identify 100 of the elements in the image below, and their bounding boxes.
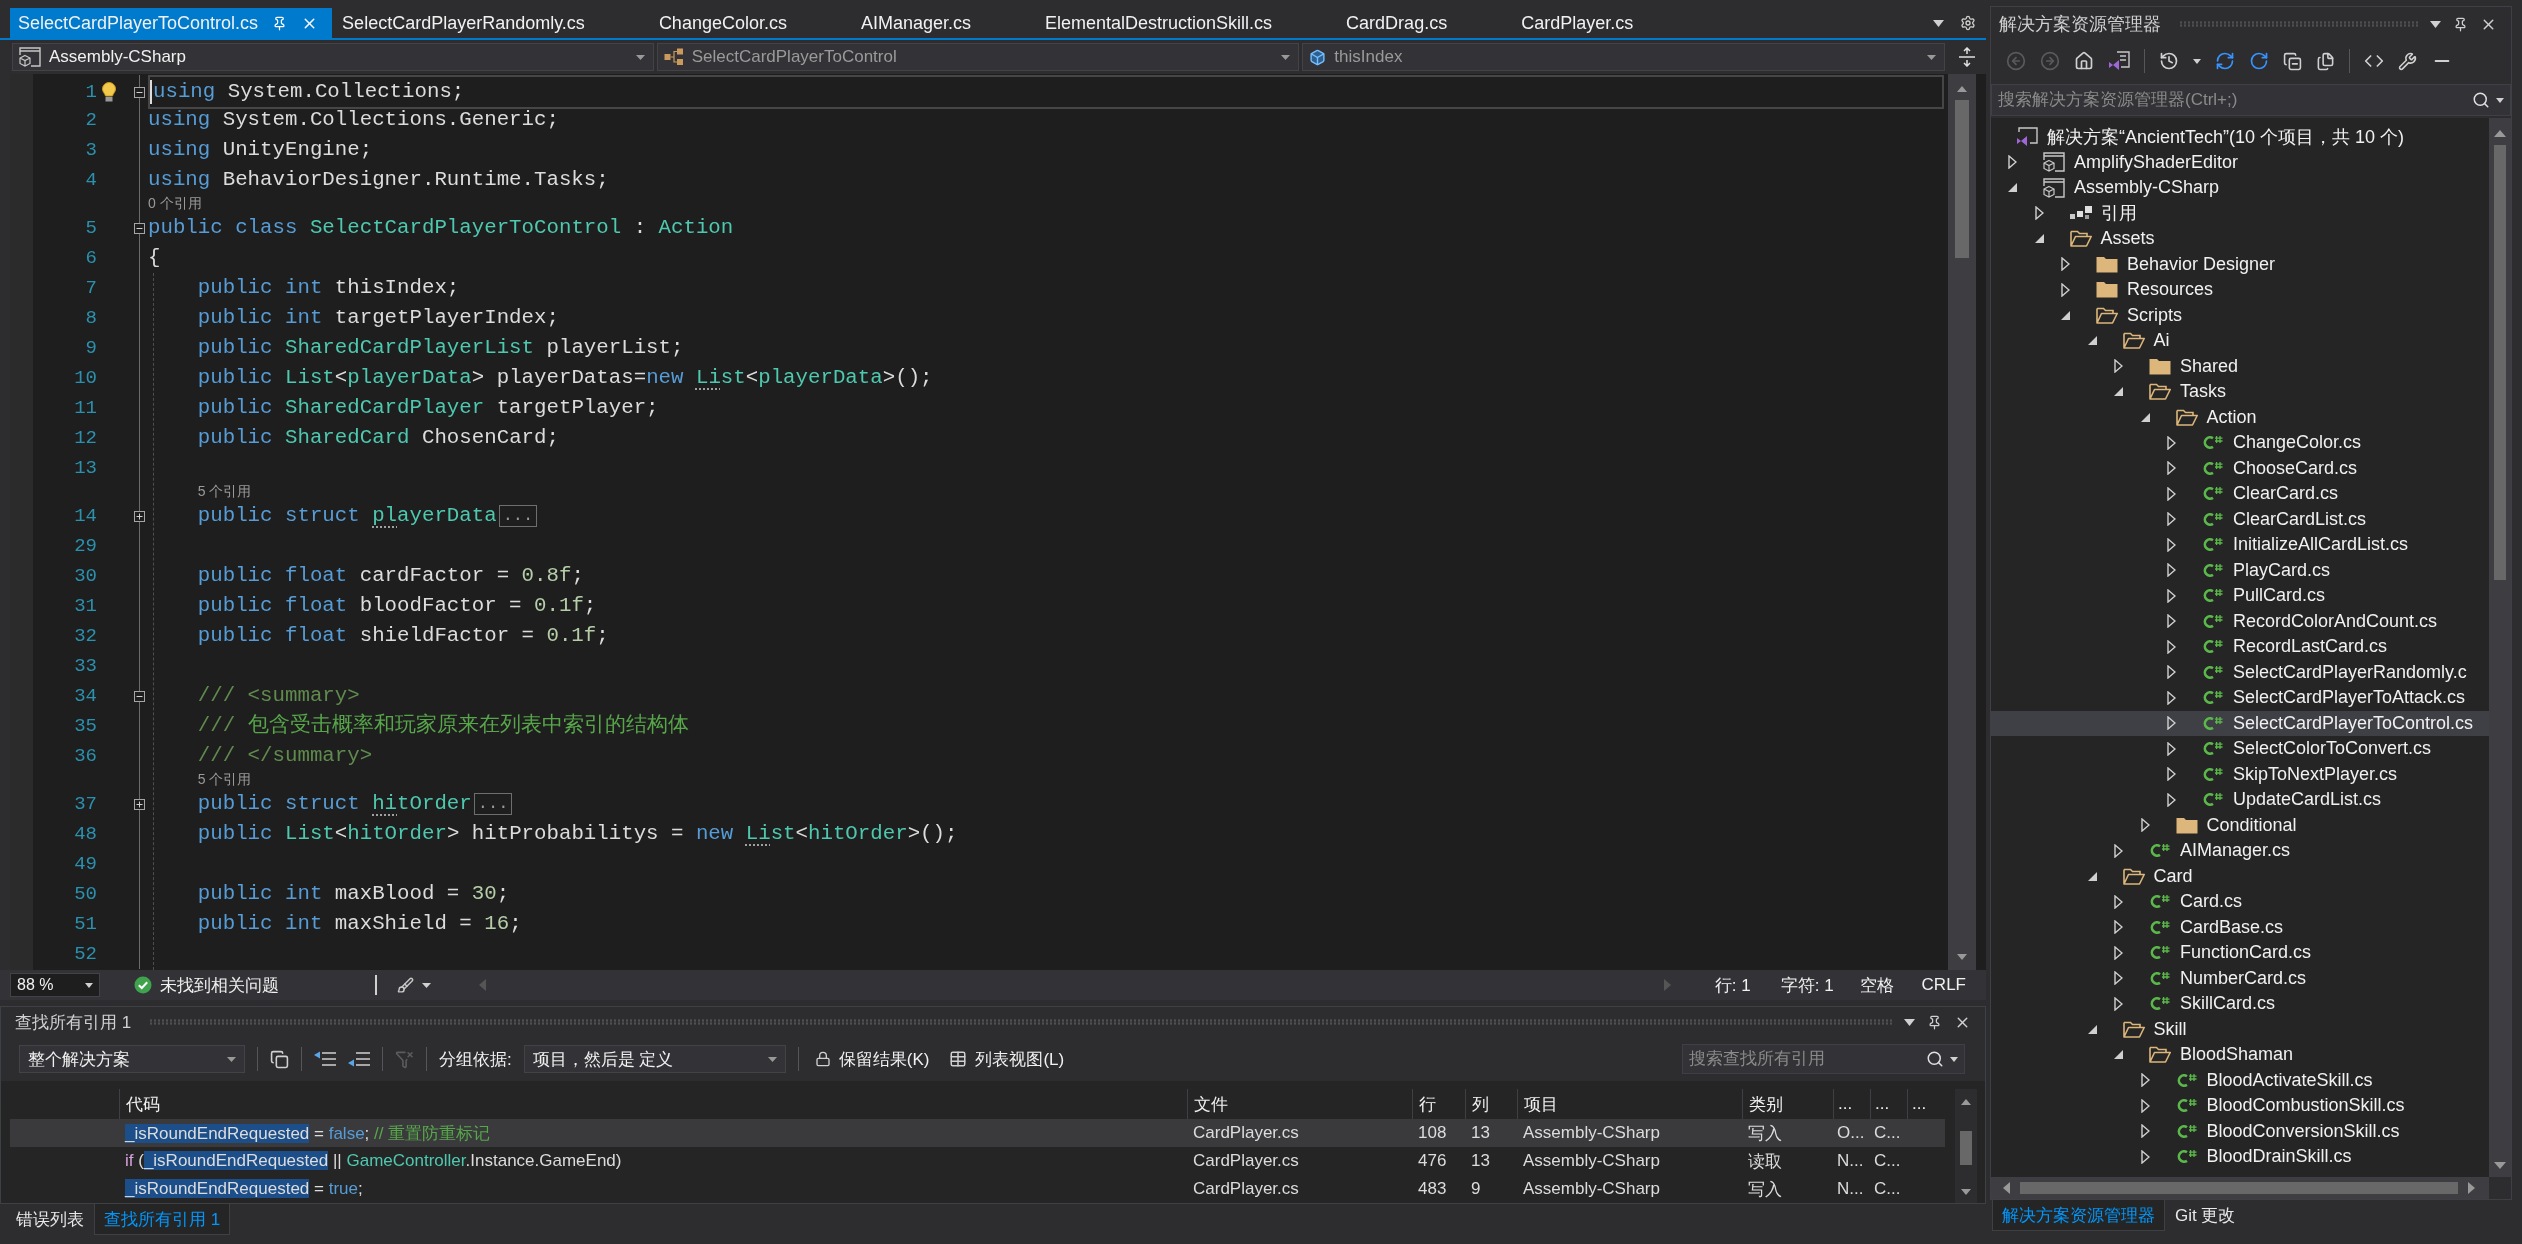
copy-icon[interactable]	[270, 1049, 289, 1069]
pin-icon[interactable]	[1927, 1014, 1942, 1030]
pin-icon[interactable]	[272, 15, 288, 31]
line-ending-status[interactable]: CRLF	[1921, 975, 1966, 995]
collapsed-arrow-icon[interactable]	[2167, 563, 2176, 578]
clock-icon[interactable]	[2159, 51, 2179, 71]
caret-icon[interactable]	[635, 54, 645, 60]
panel-tab[interactable]: 解决方案资源管理器	[1992, 1200, 2165, 1231]
tree-item[interactable]: SelectCardPlayerToControl.cs	[1991, 710, 2489, 736]
scope-dropdown[interactable]: 整个解决方案	[19, 1045, 245, 1073]
reference-count-link[interactable]: 5 个引用	[197, 483, 252, 501]
panel-tab[interactable]: 错误列表	[6, 1204, 94, 1235]
indent-status[interactable]: 空格	[1859, 973, 1894, 997]
collapsed-arrow-icon[interactable]	[2140, 818, 2150, 833]
collapsed-arrow-icon[interactable]	[2114, 971, 2123, 986]
minus-box-icon[interactable]	[134, 222, 145, 234]
settings-icon[interactable]	[1960, 15, 1976, 31]
collapsed-arrow-icon[interactable]	[2167, 588, 2176, 603]
editor-tab[interactable]: CardPlayer.cs	[1511, 8, 1698, 38]
caret-icon[interactable]	[767, 1056, 777, 1062]
collapsed-arrow-icon[interactable]	[2114, 894, 2123, 909]
scrollbar-track[interactable]	[1948, 74, 1976, 970]
expanded-arrow-icon[interactable]	[2087, 336, 2097, 346]
collapsed-arrow-icon[interactable]	[2114, 843, 2123, 858]
collapsed-arrow-icon[interactable]	[2167, 665, 2176, 680]
caret-icon[interactable]	[1950, 1056, 1958, 1062]
collapsed-arrow-icon[interactable]	[2034, 206, 2044, 221]
caret-icon[interactable]	[1904, 1018, 1915, 1026]
member-dropdown[interactable]: thisIndex	[1302, 43, 1945, 71]
collapsed-arrow-icon[interactable]	[2167, 767, 2176, 782]
panel-tab[interactable]: 查找所有引用 1	[94, 1204, 231, 1235]
scroll-down-arrow-icon[interactable]	[2494, 1162, 2506, 1169]
scroll-up-arrow-icon[interactable]	[1961, 1099, 1971, 1105]
search-icon[interactable]	[1926, 1050, 1944, 1068]
collapsed-arrow-icon[interactable]	[2114, 945, 2123, 960]
zoom-dropdown[interactable]: 88 %	[10, 973, 100, 997]
collapsed-arrow-icon[interactable]	[2167, 639, 2176, 654]
editor-tab[interactable]: ElementalDestructionSkill.cs	[1035, 8, 1337, 38]
issues-status[interactable]: 未找到相关问题	[160, 973, 279, 997]
collapsed-arrow-icon[interactable]	[2167, 741, 2176, 756]
caret-icon[interactable]	[1933, 19, 1944, 27]
collapsed-arrow-icon[interactable]	[2061, 257, 2070, 272]
arrow-lines-up-icon[interactable]	[314, 1051, 336, 1067]
expanded-arrow-icon[interactable]	[2008, 183, 2017, 193]
scrollbar-thumb[interactable]	[2494, 145, 2506, 580]
caret-icon[interactable]	[422, 982, 431, 988]
collapsed-arrow-icon[interactable]	[2167, 690, 2176, 705]
line-status[interactable]: 行: 1	[1714, 973, 1751, 997]
scrollbar-thumb[interactable]	[1960, 1131, 1972, 1165]
expanded-arrow-icon[interactable]	[2034, 234, 2044, 244]
collapsed-arrow-icon[interactable]	[2167, 461, 2176, 476]
plus-box-icon[interactable]	[134, 510, 145, 522]
editor-tab[interactable]: AIManager.cs	[850, 8, 1035, 38]
caret-icon[interactable]	[227, 1056, 236, 1062]
collapsed-arrow-icon[interactable]	[2140, 1149, 2150, 1164]
expanded-arrow-icon[interactable]	[2061, 310, 2070, 320]
keep-results-button[interactable]: 保留结果(K)	[810, 1045, 934, 1073]
panel-tab[interactable]: Git 更改	[2165, 1200, 2246, 1231]
minus-box-icon[interactable]	[134, 690, 145, 702]
expanded-arrow-icon[interactable]	[2114, 1050, 2123, 1060]
collapsed-arrow-icon[interactable]	[2167, 716, 2176, 731]
collapsed-code-button[interactable]: ...	[473, 793, 513, 815]
search-box[interactable]: 搜索解决方案资源管理器(Ctrl+;)	[1991, 84, 2511, 116]
search-icon[interactable]	[2472, 91, 2490, 109]
scroll-right-arrow-icon[interactable]	[2468, 1182, 2475, 1194]
collapsed-arrow-icon[interactable]	[2114, 359, 2123, 374]
collapsed-arrow-icon[interactable]	[2167, 435, 2176, 450]
caret-icon[interactable]	[2496, 97, 2504, 103]
caret-icon[interactable]	[2430, 20, 2441, 28]
minus-box-icon[interactable]	[134, 86, 145, 98]
stacked-windows-icon[interactable]	[2283, 51, 2302, 71]
collapsed-arrow-icon[interactable]	[2140, 1124, 2150, 1139]
result-row[interactable]: _isRoundEndRequested = false; // 重置防重标记 CardPlayer.cs 108 13 Assembly-CSharp 写入 O... C...	[10, 1119, 1945, 1147]
lightbulb-icon[interactable]	[102, 82, 116, 102]
collapsed-arrow-icon[interactable]	[2167, 614, 2176, 629]
drag-grip[interactable]	[149, 1019, 1892, 1025]
collapsed-code-button[interactable]: ...	[498, 505, 538, 527]
home-icon[interactable]	[2074, 51, 2094, 71]
group-by-dropdown[interactable]: 项目，然后是 定义	[523, 1045, 786, 1073]
expanded-arrow-icon[interactable]	[2087, 871, 2097, 881]
editor-tab[interactable]: ChangeColor.cs	[648, 8, 851, 38]
collapsed-arrow-icon[interactable]	[2061, 282, 2070, 297]
scrollbar-track[interactable]	[1955, 1089, 1977, 1203]
editor-tab[interactable]: SelectCardPlayerRandomly.cs	[332, 8, 649, 38]
circular-arrows-icon[interactable]	[2215, 51, 2235, 71]
caret-icon[interactable]	[1927, 54, 1936, 60]
collapsed-arrow-icon[interactable]	[2140, 1073, 2150, 1088]
type-dropdown[interactable]: SelectCardPlayerToControl	[656, 43, 1300, 71]
reference-count-link[interactable]: 5 个引用	[197, 771, 252, 789]
scrollbar-thumb[interactable]	[2020, 1182, 2458, 1194]
editor-tab[interactable]: CardDrag.cs	[1336, 8, 1512, 38]
expanded-arrow-icon[interactable]	[2087, 1024, 2097, 1034]
collapsed-arrow-icon[interactable]	[2167, 792, 2176, 807]
scroll-left-arrow-icon[interactable]	[2003, 1182, 2010, 1194]
caret-icon[interactable]	[1281, 54, 1291, 60]
column-status[interactable]: 字符: 1	[1780, 973, 1834, 997]
copy-icon[interactable]	[2316, 51, 2335, 71]
reference-count-link[interactable]: 0 个引用	[148, 195, 202, 213]
scroll-up-arrow-icon[interactable]	[1957, 86, 1967, 92]
split-arrows-icon[interactable]	[1959, 47, 1975, 67]
